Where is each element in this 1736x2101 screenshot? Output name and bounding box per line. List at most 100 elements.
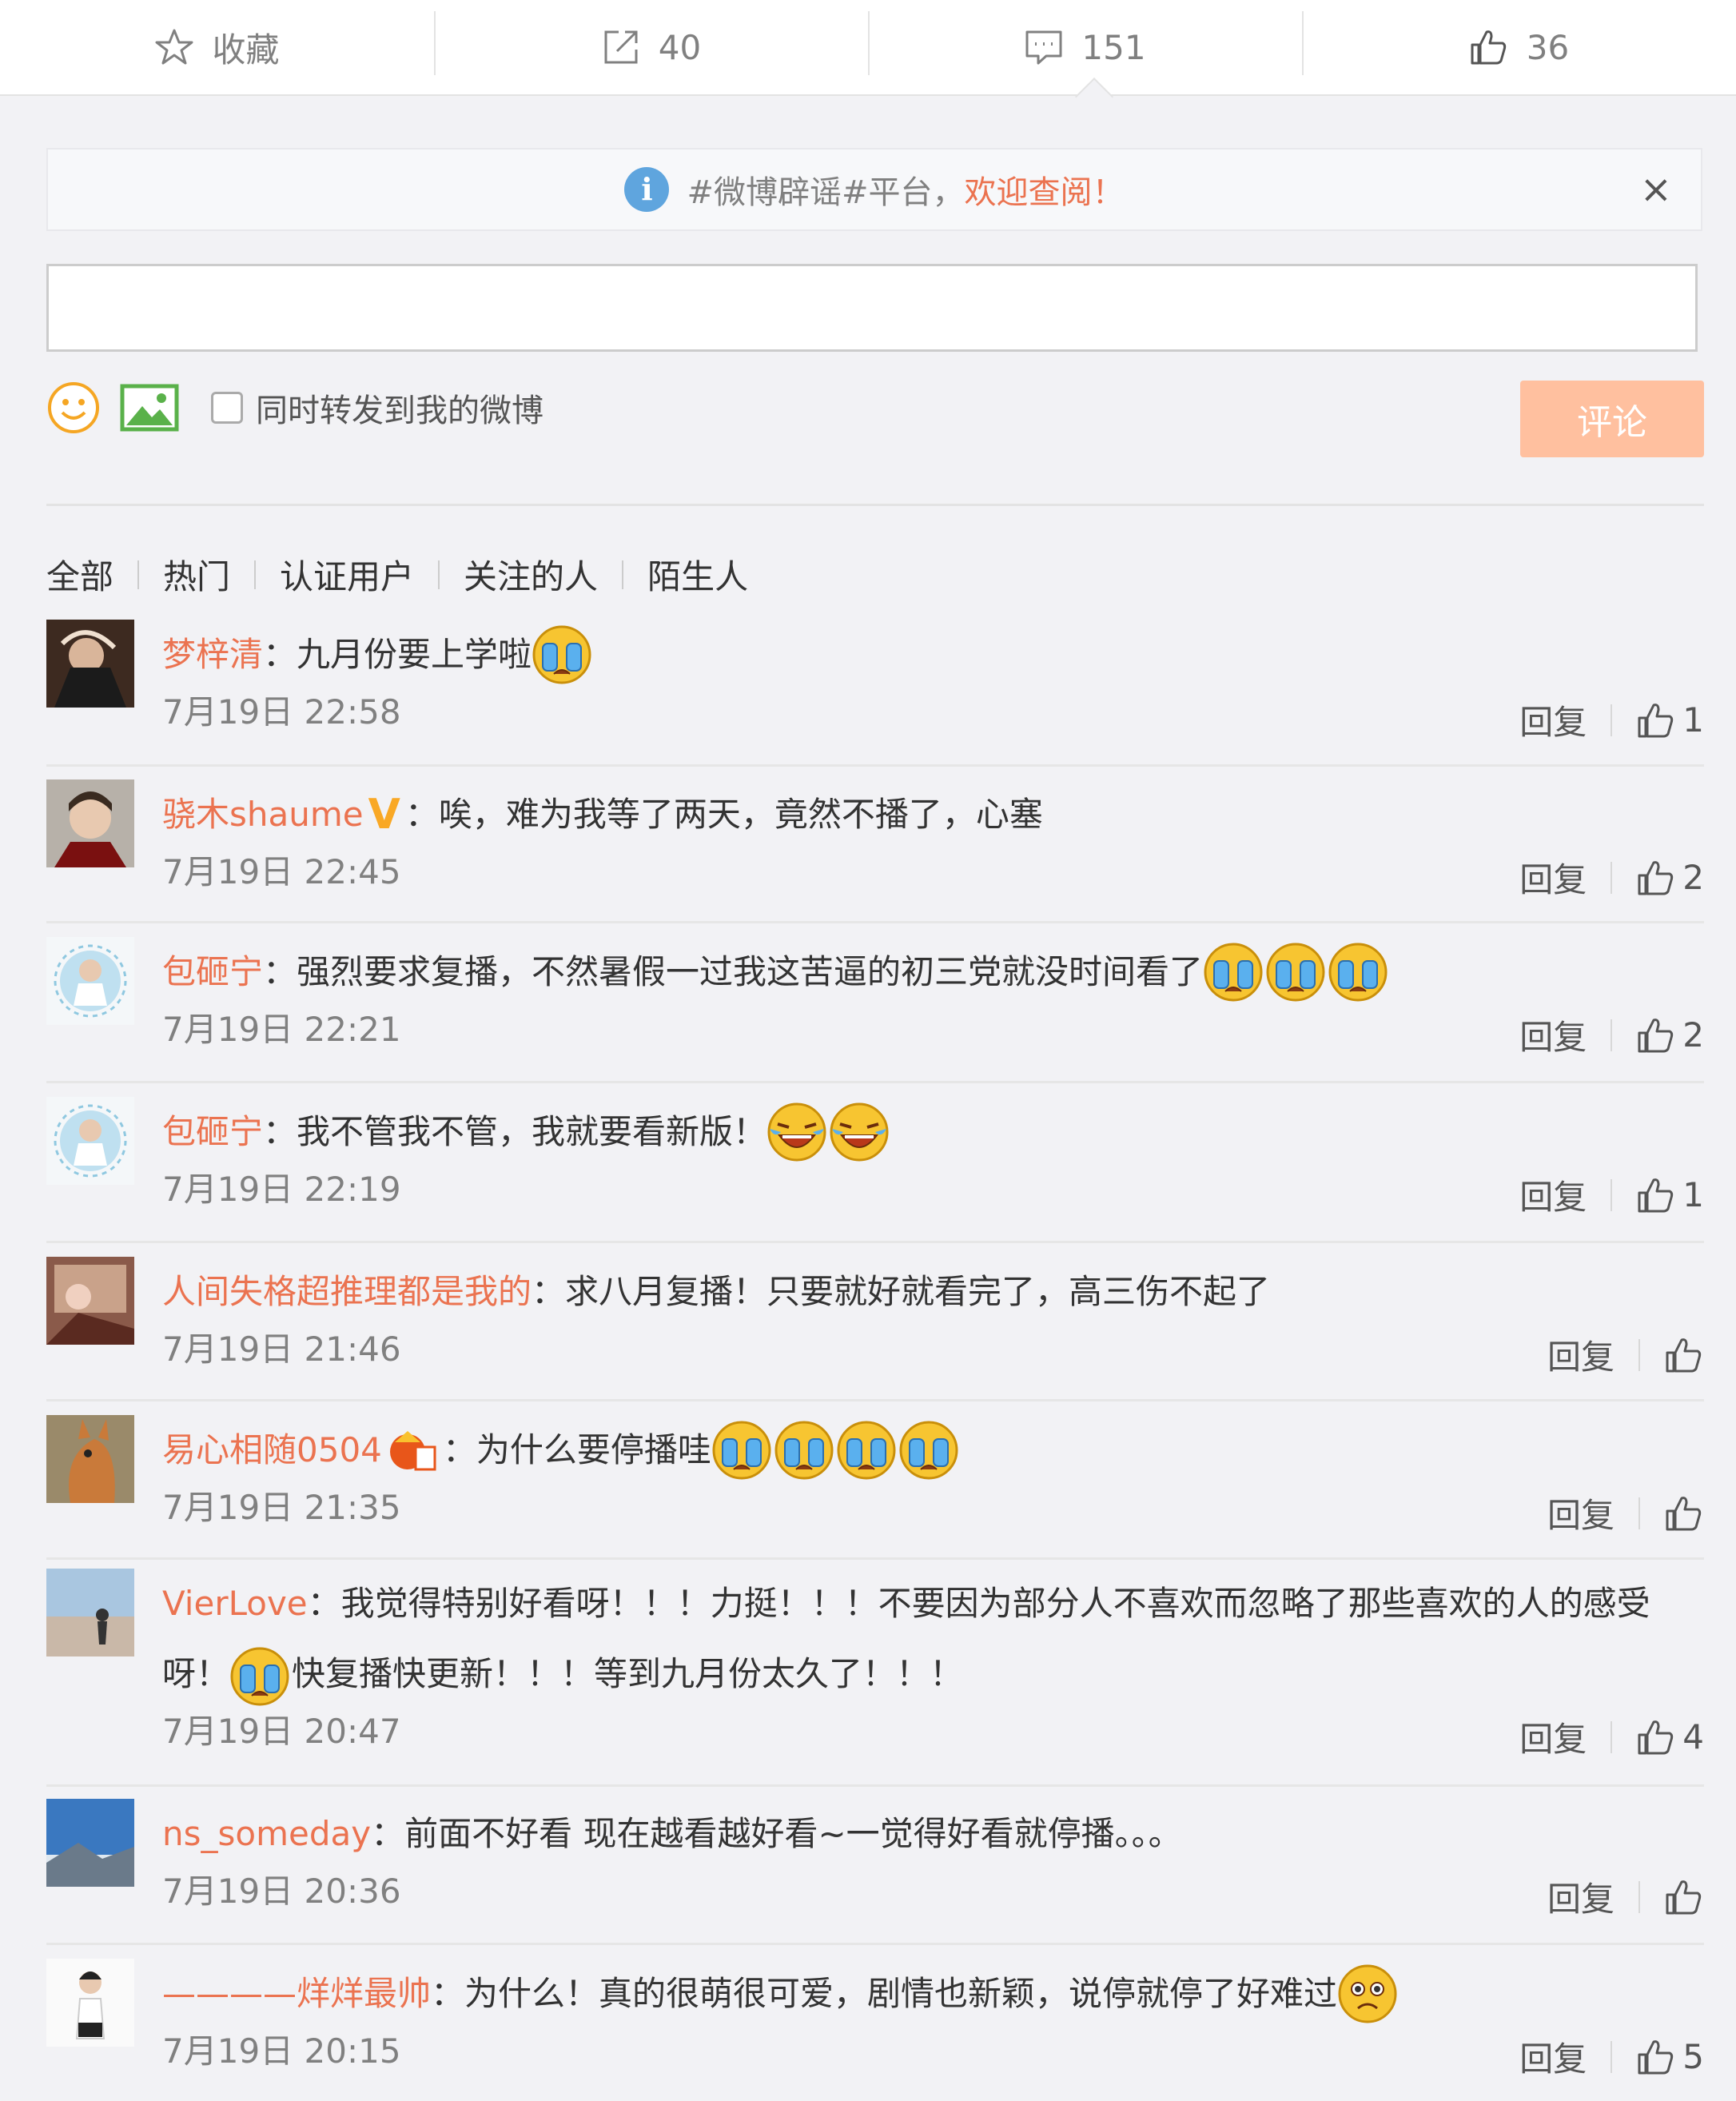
- comment-item: 梦梓清 ：九月份要上学啦 7月19日 22:58 回复 1: [46, 620, 1704, 742]
- commenter-name[interactable]: 骁木shaume: [162, 779, 364, 850]
- forward-button[interactable]: 40: [434, 0, 868, 94]
- commenter-name[interactable]: 人间失格超推理都是我的: [162, 1257, 532, 1327]
- comment-time[interactable]: 7月19日 21:35: [162, 1481, 1704, 1529]
- sad-emoji-icon: [1337, 1963, 1398, 2024]
- comment-time[interactable]: 7月19日 22:21: [162, 1003, 1704, 1051]
- filter-hot[interactable]: 热门: [163, 550, 230, 599]
- avatar[interactable]: [46, 1415, 134, 1503]
- comment-count: 151: [1081, 27, 1146, 67]
- avatar[interactable]: [46, 1257, 134, 1345]
- action-separator: [1611, 2040, 1613, 2073]
- filter-verified[interactable]: 认证用户: [280, 550, 414, 599]
- like-count: 36: [1526, 27, 1570, 67]
- comment-time[interactable]: 7月19日 22:19: [162, 1162, 1704, 1211]
- crying-emoji-icon: [532, 624, 592, 685]
- thumbs-up-icon[interactable]: [1664, 1493, 1704, 1533]
- comment-text: ns_someday ：前面不好看 现在越看越好看~一觉得好看就停播。。。: [162, 1799, 1704, 1869]
- reply-button[interactable]: 回复: [1519, 1712, 1587, 1761]
- comment-filters: 全部 热门 认证用户 关注的人 陌生人: [46, 550, 748, 599]
- filter-all[interactable]: 全部: [46, 550, 113, 599]
- comment-time[interactable]: 7月19日 20:47: [162, 1704, 1704, 1753]
- thumbs-up-icon[interactable]: [1636, 2037, 1676, 2077]
- comment-tab-button[interactable]: 151: [868, 0, 1302, 94]
- like-count: 4: [1682, 1717, 1704, 1756]
- commenter-name[interactable]: ————烊烊最帅: [162, 1959, 431, 2029]
- favorite-button[interactable]: 收藏: [0, 0, 434, 94]
- thumbs-up-icon[interactable]: [1636, 858, 1676, 898]
- avatar[interactable]: [46, 1097, 134, 1185]
- commenter-name[interactable]: ns_someday: [162, 1799, 371, 1869]
- comment-actions: 回复: [1547, 1330, 1704, 1379]
- comment-item: 骁木shaume V ：唉，难为我等了两天，竟然不播了，心塞 7月19日 22:…: [46, 779, 1704, 899]
- comment-item: ————烊烊最帅 ：为什么！真的很萌很可爱，剧情也新颖，说停就停了好难过 7月1…: [46, 1959, 1704, 2079]
- favorite-label: 收藏: [212, 30, 280, 70]
- comment-time[interactable]: 7月19日 22:45: [162, 845, 1704, 894]
- crying-emoji-icon: [1328, 942, 1388, 1003]
- comment-content: ：前面不好看 现在越看越好看~一觉得好看就停播。。。: [371, 1814, 1182, 1853]
- comment-time[interactable]: 7月19日 21:46: [162, 1322, 1704, 1371]
- avatar[interactable]: [46, 1959, 134, 2047]
- like-count: 1: [1682, 700, 1704, 740]
- notice-banner: i #微博辟谣#平台， 欢迎查阅！ ×: [46, 148, 1702, 231]
- commenter-name[interactable]: 包砸宁: [162, 937, 263, 1007]
- filter-strangers[interactable]: 陌生人: [647, 550, 748, 599]
- filter-separator: [254, 560, 257, 589]
- thumbs-up-icon[interactable]: [1636, 700, 1676, 740]
- comment-time[interactable]: 7月19日 20:36: [162, 1864, 1704, 1913]
- divider: [46, 1943, 1704, 1945]
- reply-button[interactable]: 回复: [1519, 696, 1587, 744]
- thumbs-up-icon[interactable]: [1664, 1335, 1704, 1375]
- commenter-name[interactable]: 易心相随0504: [162, 1415, 382, 1485]
- smile-icon[interactable]: [46, 381, 101, 435]
- reply-button[interactable]: 回复: [1519, 1011, 1587, 1059]
- avatar[interactable]: [46, 620, 134, 708]
- comment-content: ：求八月复播！只要就好就看完了，高三伤不起了: [532, 1272, 1271, 1311]
- picture-icon[interactable]: [120, 382, 179, 433]
- action-separator: [1611, 861, 1613, 894]
- reply-button[interactable]: 回复: [1519, 853, 1587, 902]
- divider: [46, 1081, 1704, 1083]
- thumbs-up-icon[interactable]: [1664, 1877, 1704, 1917]
- laugh-cry-emoji-icon: [829, 1102, 890, 1162]
- comment-content: ：唉，难为我等了两天，竟然不播了，心塞: [404, 795, 1043, 834]
- forward-checkbox[interactable]: [211, 392, 243, 424]
- reply-button[interactable]: 回复: [1547, 1872, 1615, 1921]
- avatar[interactable]: [46, 1569, 134, 1656]
- comment-content: ：强烈要求复播，不然暑假一过我这苦逼的初三党就没时间看了: [263, 952, 1204, 991]
- comment-time[interactable]: 7月19日 20:15: [162, 2024, 1704, 2073]
- comment-item: VierLove：我觉得特别好看呀！！！力挺！！！不要因为部分人不喜欢而忽略了那…: [46, 1569, 1704, 1759]
- thumbs-up-icon[interactable]: [1636, 1175, 1676, 1215]
- avatar[interactable]: [46, 937, 134, 1025]
- comment-actions: 回复 1: [1519, 696, 1704, 744]
- submit-comment-button[interactable]: 评论: [1520, 381, 1704, 457]
- commenter-name[interactable]: 包砸宁: [162, 1097, 263, 1167]
- reply-button[interactable]: 回复: [1519, 1170, 1587, 1219]
- divider: [46, 1399, 1704, 1401]
- thumbs-up-icon[interactable]: [1636, 1717, 1676, 1757]
- avatar[interactable]: [46, 1799, 134, 1887]
- commenter-name[interactable]: 梦梓清: [162, 620, 263, 690]
- comment-text: 人间失格超推理都是我的 ：求八月复播！只要就好就看完了，高三伤不起了: [162, 1257, 1704, 1327]
- comment-actions: 回复 4: [1519, 1712, 1704, 1761]
- action-separator: [1611, 1178, 1613, 1211]
- comment-content: ：我不管我不管，我就要看新版！: [263, 1112, 767, 1151]
- close-icon[interactable]: ×: [1640, 167, 1672, 212]
- verified-badge: V: [368, 791, 400, 839]
- comment-content: ：为什么要停播哇: [442, 1430, 711, 1469]
- comment-content-continued: 快复播快更新！！！等到九月份太久了！！！: [292, 1654, 964, 1693]
- reply-button[interactable]: 回复: [1547, 1489, 1615, 1537]
- commenter-name[interactable]: VierLove: [162, 1584, 308, 1623]
- reply-button[interactable]: 回复: [1519, 2032, 1587, 2081]
- reply-button[interactable]: 回复: [1547, 1330, 1615, 1379]
- notice-link[interactable]: 欢迎查阅！: [965, 166, 1125, 213]
- star-outline-icon: [155, 29, 193, 65]
- divider: [46, 1241, 1704, 1243]
- comment-time[interactable]: 7月19日 22:58: [162, 685, 1704, 734]
- comment-input[interactable]: [46, 264, 1698, 352]
- thumbs-up-icon[interactable]: [1636, 1015, 1676, 1055]
- comment-item: ns_someday ：前面不好看 现在越看越好看~一觉得好看就停播。。。 7月…: [46, 1799, 1704, 1919]
- like-button[interactable]: 36: [1302, 0, 1736, 94]
- filter-following[interactable]: 关注的人: [464, 550, 598, 599]
- notice-text: #微博辟谣#平台，: [687, 174, 965, 211]
- avatar[interactable]: [46, 779, 134, 867]
